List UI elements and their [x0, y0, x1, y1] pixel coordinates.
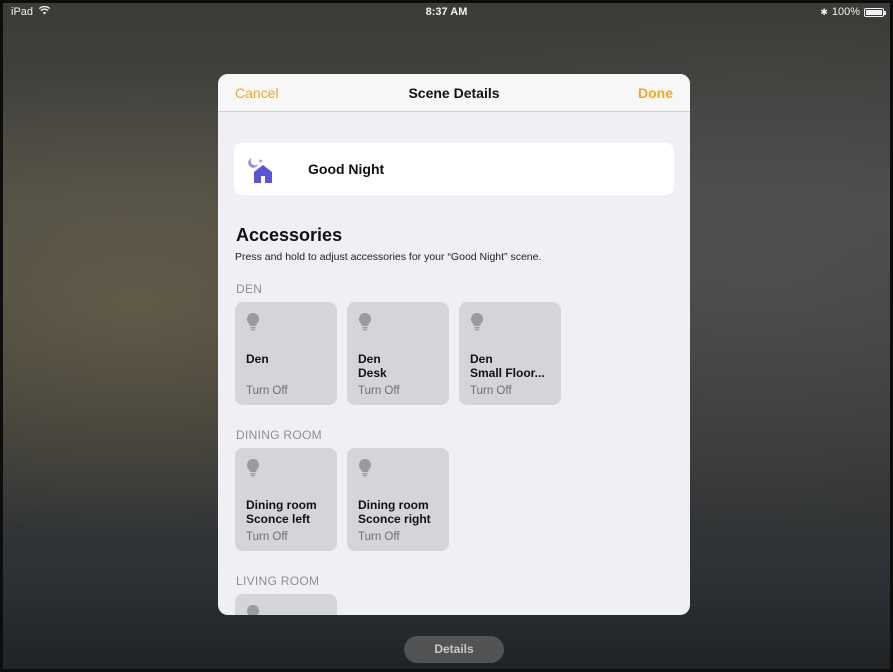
- accessory-tile-living-room-partial[interactable]: [235, 594, 337, 615]
- tile-room: Den: [470, 352, 493, 366]
- accessory-tile-den[interactable]: Den Turn Off: [235, 302, 337, 405]
- scene-name-card[interactable]: ★ Good Night: [234, 143, 674, 195]
- good-night-scene-icon: ★: [246, 155, 276, 185]
- accessory-tile-den-small-floor[interactable]: Den Small Floor... Turn Off: [459, 302, 561, 405]
- tile-state: Turn Off: [246, 385, 288, 397]
- bluetooth-icon: ✱: [820, 6, 828, 17]
- lightbulb-icon: [246, 458, 260, 478]
- tile-state: Turn Off: [358, 385, 400, 397]
- status-bar: iPad 8:37 AM ✱ 100%: [3, 3, 890, 21]
- lightbulb-icon: [246, 604, 260, 615]
- scene-details-sheet: Cancel Scene Details Done ★ Good Night A…: [218, 74, 690, 615]
- battery-icon: [864, 7, 886, 17]
- tile-name: Sconce right: [358, 512, 431, 526]
- accessory-tile-den-desk[interactable]: Den Desk Turn Off: [347, 302, 449, 405]
- tile-room: Dining room: [358, 498, 429, 512]
- tile-state: Turn Off: [358, 531, 400, 543]
- sheet-nav-bar: Cancel Scene Details Done: [218, 74, 690, 112]
- svg-text:★: ★: [258, 158, 263, 165]
- tile-room: Dining room: [246, 498, 317, 512]
- tile-state: Turn Off: [470, 385, 512, 397]
- scene-name[interactable]: Good Night: [308, 161, 384, 177]
- room-label-living-room: LIVING ROOM: [236, 574, 320, 588]
- lightbulb-icon: [358, 458, 372, 478]
- lightbulb-icon: [246, 312, 260, 332]
- ipad-screen: iPad 8:37 AM ✱ 100% Cancel Scene Details…: [0, 0, 893, 672]
- status-right: ✱ 100%: [820, 6, 886, 18]
- tile-name: Desk: [358, 366, 387, 380]
- lightbulb-icon: [358, 312, 372, 332]
- tile-name: Sconce left: [246, 512, 311, 526]
- room-label-den: DEN: [236, 282, 263, 296]
- details-button[interactable]: Details: [404, 636, 504, 663]
- room-label-dining-room: DINING ROOM: [236, 428, 322, 442]
- done-button[interactable]: Done: [638, 85, 673, 101]
- status-time: 8:37 AM: [425, 6, 468, 18]
- battery-percent: 100%: [831, 6, 860, 18]
- accessories-title: Accessories: [236, 225, 343, 245]
- lightbulb-icon: [470, 312, 484, 332]
- sheet-title: Scene Details: [408, 85, 500, 101]
- tile-state: Turn Off: [246, 531, 288, 543]
- tile-name: Den: [246, 352, 269, 366]
- tile-room: Den: [358, 352, 381, 366]
- accessory-tile-dining-sconce-left[interactable]: Dining room Sconce left Turn Off: [235, 448, 337, 551]
- tile-name: Small Floor...: [470, 366, 545, 380]
- accessory-tile-dining-sconce-right[interactable]: Dining room Sconce right Turn Off: [347, 448, 449, 551]
- accessories-subtitle: Press and hold to adjust accessories for…: [235, 251, 542, 263]
